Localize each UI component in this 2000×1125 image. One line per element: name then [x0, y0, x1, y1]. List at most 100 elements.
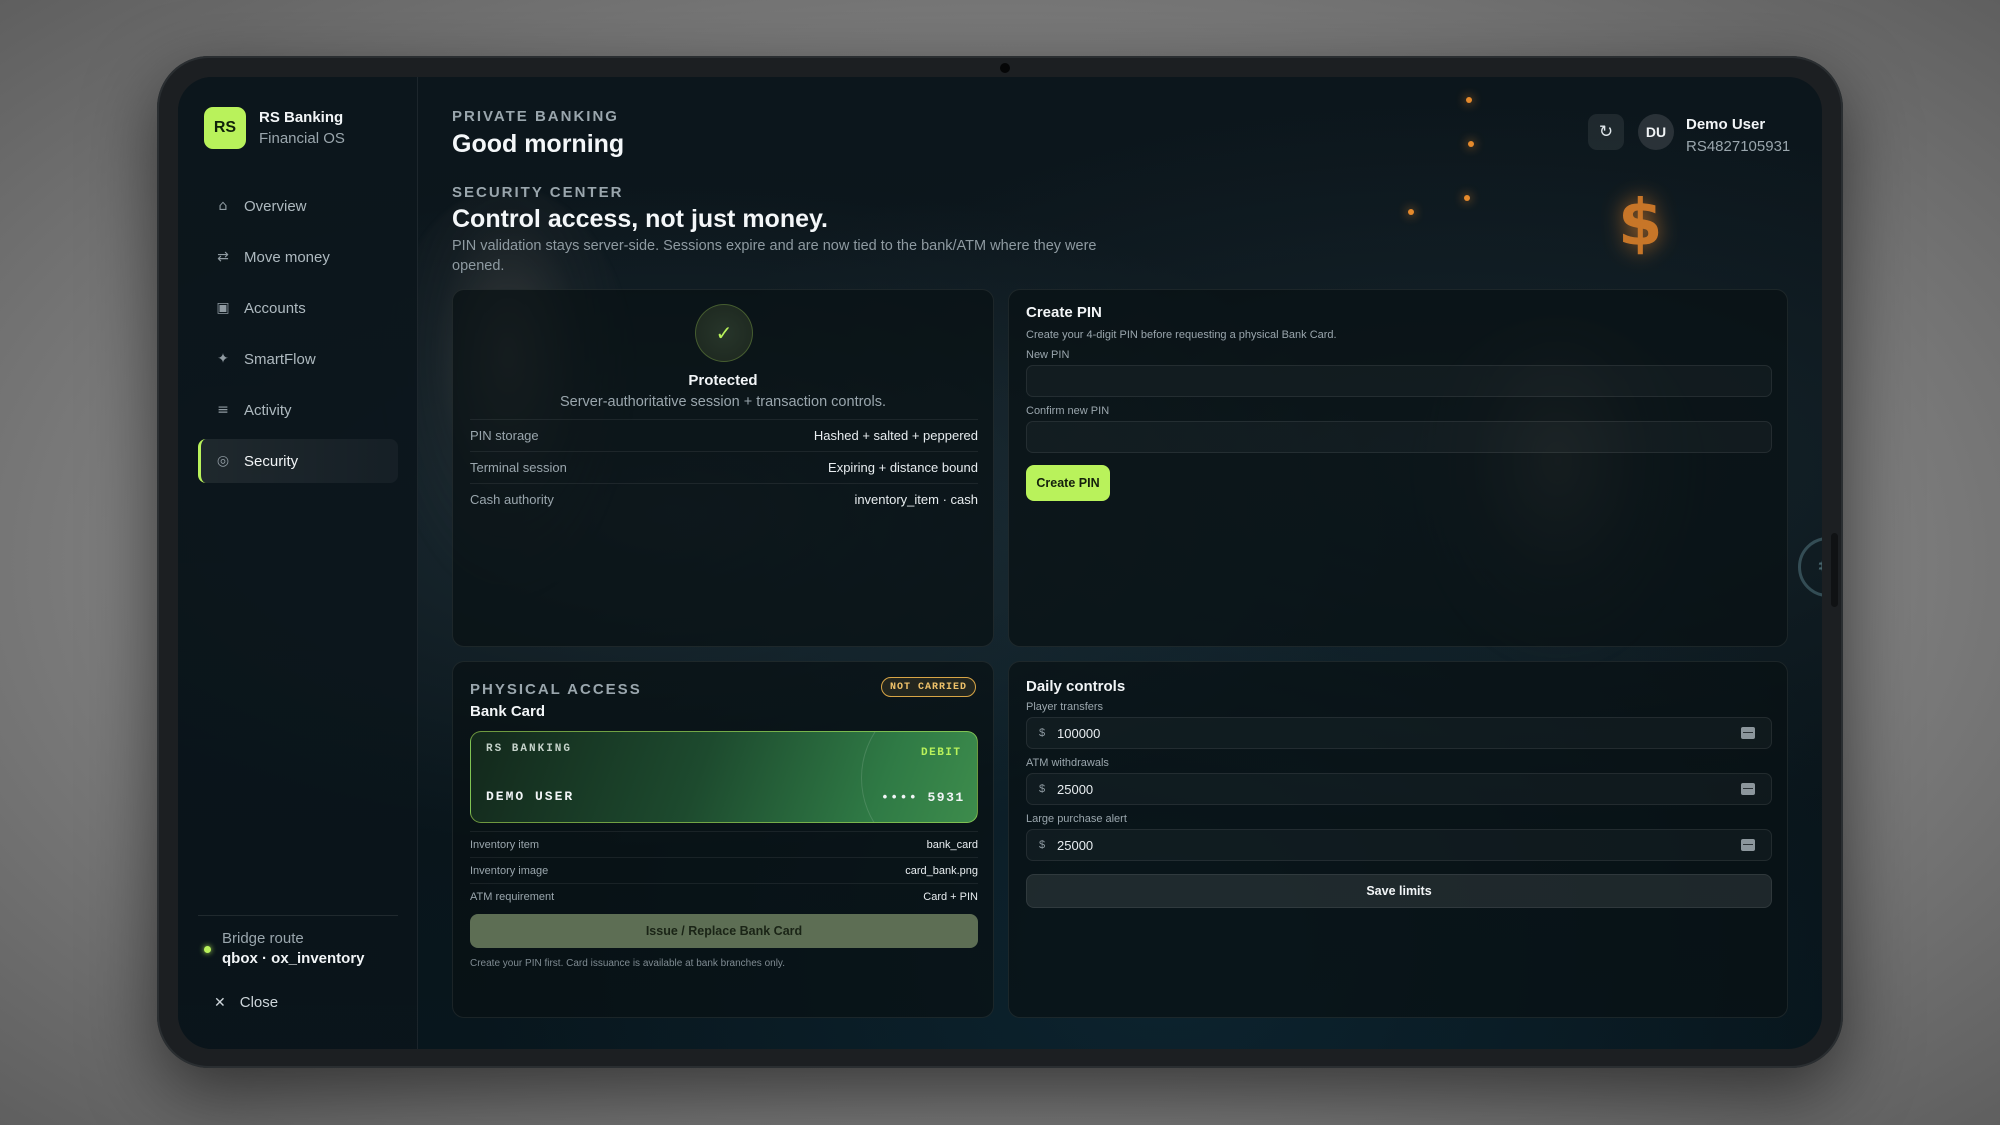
- camera-dot: [1000, 63, 1010, 73]
- background-glow-dot: [1468, 141, 1474, 147]
- page-title: Good morning: [452, 130, 625, 158]
- accounts-icon: ▣: [216, 300, 230, 316]
- detail-value: card_bank.png: [905, 864, 978, 877]
- sidebar-item-activity[interactable]: ≡ Activity: [198, 388, 398, 432]
- detail-row: PIN storage Hashed + salted + peppered: [470, 419, 978, 451]
- player-transfers-label: Player transfers: [1026, 701, 1104, 713]
- detail-key: Terminal session: [470, 460, 567, 475]
- close-button[interactable]: ✕ Close: [214, 994, 278, 1011]
- sidebar-item-label: SmartFlow: [244, 350, 316, 368]
- sidebar-item-label: Overview: [244, 197, 307, 215]
- close-label: Close: [239, 994, 279, 1011]
- protection-details: PIN storage Hashed + salted + peppered T…: [470, 419, 978, 515]
- player-transfers-input[interactable]: $ 100000: [1026, 717, 1772, 749]
- sidebar-item-label: Security: [244, 452, 299, 470]
- brand-logo: RS: [204, 107, 246, 149]
- section-title: Control access, not just money.: [452, 205, 829, 233]
- physical-access-panel: PHYSICAL ACCESS NOT CARRIED Bank Card RS…: [452, 661, 994, 1018]
- refresh-icon: ↻: [1598, 122, 1614, 142]
- confirm-pin-label: Confirm new PIN: [1026, 405, 1110, 417]
- detail-row: Inventory item bank_card: [470, 831, 978, 857]
- confirm-pin-input[interactable]: [1026, 421, 1772, 453]
- section-description: PIN validation stays server-side. Sessio…: [452, 238, 1097, 274]
- issue-bank-card-button[interactable]: Issue / Replace Bank Card: [470, 914, 978, 948]
- brand-name: RS Banking: [259, 109, 344, 126]
- check-icon: ✓: [695, 304, 753, 362]
- sidebar-item-move-money[interactable]: ⇄ Move money: [198, 235, 398, 279]
- bridge-route-label: Bridge route: [222, 930, 304, 947]
- bridge-route-value: qbox · ox_inventory: [222, 950, 365, 967]
- transfer-icon: ⇄: [217, 249, 229, 265]
- detail-key: Inventory image: [470, 864, 549, 877]
- limit-value[interactable]: 100000: [1057, 726, 1741, 741]
- detail-value: Hashed + salted + peppered: [813, 428, 978, 443]
- physical-access-eyebrow: PHYSICAL ACCESS: [470, 681, 642, 698]
- currency-symbol: $: [1038, 727, 1046, 739]
- security-icon: ◎: [216, 453, 230, 469]
- sidebar-item-label: Move money: [244, 248, 330, 266]
- background-glow-dot: [1464, 195, 1470, 201]
- header-eyebrow: PRIVATE BANKING: [452, 108, 619, 125]
- sidebar-item-security[interactable]: ◎ Security: [198, 439, 398, 483]
- detail-value: Expiring + distance bound: [828, 460, 978, 475]
- refresh-button[interactable]: ↻: [1588, 114, 1624, 150]
- section-eyebrow: SECURITY CENTER: [452, 184, 624, 201]
- new-pin-label: New PIN: [1026, 349, 1070, 361]
- detail-key: Inventory item: [470, 838, 540, 851]
- card-holder: DEMO USER: [486, 789, 575, 804]
- create-pin-title: Create PIN: [1026, 304, 1102, 321]
- detail-key: PIN storage: [470, 428, 539, 443]
- detail-value: inventory_item · cash: [854, 492, 978, 507]
- detail-key: Cash authority: [470, 492, 554, 507]
- brand-subtitle: Financial OS: [259, 130, 345, 147]
- app-screen: $ € RS RS Banking Financial OS ⌂ Overvie…: [178, 77, 1822, 1049]
- protection-panel: ✓ Protected Server-authoritative session…: [452, 289, 994, 647]
- atm-withdrawals-label: ATM withdrawals: [1026, 757, 1109, 769]
- card-details: Inventory item bank_card Inventory image…: [470, 831, 978, 909]
- sidebar-item-accounts[interactable]: ▣ Accounts: [198, 286, 398, 330]
- status-dot-icon: [204, 946, 211, 953]
- limit-value[interactable]: 25000: [1057, 782, 1741, 797]
- sidebar-item-label: Accounts: [244, 299, 306, 317]
- sidebar-item-label: Activity: [244, 401, 292, 419]
- large-purchase-alert-input[interactable]: $ 25000: [1026, 829, 1772, 861]
- detail-value: bank_card: [926, 838, 978, 851]
- new-pin-input[interactable]: [1026, 365, 1772, 397]
- create-pin-description: Create your 4-digit PIN before requestin…: [1026, 329, 1337, 341]
- brand: RS RS Banking Financial OS: [204, 107, 345, 149]
- avatar[interactable]: DU: [1638, 114, 1674, 150]
- dollar-sign-icon: $: [1618, 187, 1663, 261]
- background-glow-dot: [1408, 209, 1414, 215]
- create-pin-panel: Create PIN Create your 4-digit PIN befor…: [1008, 289, 1788, 647]
- limit-value[interactable]: 25000: [1057, 838, 1741, 853]
- large-purchase-alert-label: Large purchase alert: [1026, 813, 1127, 825]
- sidebar-item-overview[interactable]: ⌂ Overview: [198, 184, 398, 228]
- detail-row: Terminal session Expiring + distance bou…: [470, 451, 978, 483]
- detail-row: Inventory image card_bank.png: [470, 857, 978, 883]
- bridge-route: Bridge route qbox · ox_inventory: [204, 930, 365, 967]
- detail-row: Cash authority inventory_item · cash: [470, 483, 978, 515]
- stepper-icon[interactable]: [1741, 727, 1755, 739]
- currency-symbol: $: [1038, 783, 1046, 795]
- user-name: Demo User: [1686, 116, 1766, 133]
- daily-controls-title: Daily controls: [1026, 678, 1126, 695]
- atm-withdrawals-input[interactable]: $ 25000: [1026, 773, 1772, 805]
- protection-status: Protected: [688, 372, 758, 389]
- card-number: •••• 5931: [881, 790, 965, 805]
- list-icon: ≡: [217, 402, 229, 418]
- stepper-icon[interactable]: [1741, 839, 1755, 851]
- protection-subtitle: Server-authoritative session + transacti…: [559, 394, 886, 410]
- save-limits-button[interactable]: Save limits: [1026, 874, 1772, 908]
- detail-key: ATM requirement: [470, 890, 555, 903]
- bank-card-preview: RS BANKING DEBIT DEMO USER •••• 5931: [470, 731, 978, 823]
- currency-symbol: $: [1038, 839, 1046, 851]
- detail-row: ATM requirement Card + PIN: [470, 883, 978, 909]
- sidebar-item-smartflow[interactable]: ✦ SmartFlow: [198, 337, 398, 381]
- sparkle-icon: ✦: [217, 351, 229, 367]
- card-type: DEBIT: [921, 747, 962, 759]
- bank-card-title: Bank Card: [470, 703, 546, 720]
- tablet-side-button: [1831, 533, 1838, 607]
- create-pin-button[interactable]: Create PIN: [1026, 465, 1110, 501]
- stepper-icon[interactable]: [1741, 783, 1755, 795]
- detail-value: Card + PIN: [923, 890, 978, 903]
